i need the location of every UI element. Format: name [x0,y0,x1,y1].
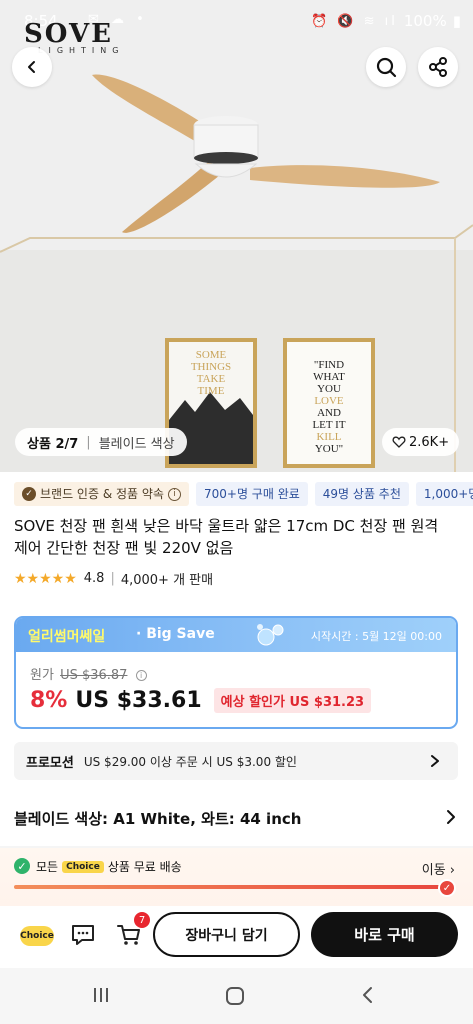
brand-name: SOVE [24,19,113,49]
chevron-right-icon [431,755,439,767]
system-navigation-bar [0,968,473,1024]
poster-left-line-1: SOME [196,349,227,361]
sale-name: 얼리썸머쎄일 [28,629,106,645]
poster-left-line-3: TAKE [197,373,226,385]
rating-row[interactable]: ★★★★★ 4.8 | 4,000+ 개 판매 [14,569,214,589]
original-price-value: US $36.87 [60,668,128,683]
sold-count-tag: 700+명 구매 완료 [195,482,308,506]
battery-level: 100% [403,12,447,30]
sale-header: 얼리썸머쎄일 · Big Save 시작시간 : 5월 12일 00:00 [16,618,456,652]
go-link[interactable]: 이동 › [422,859,455,878]
share-icon [429,57,447,77]
discount-percent: 8% [30,688,68,713]
original-price: 원가 US $36.87 i [30,664,147,683]
check-icon: ✓ [14,858,30,874]
more-tag: 1,000+명 [415,482,473,506]
choice-badge: Choice [62,860,104,873]
add-to-cart-button[interactable]: 장바구니 담기 [153,912,300,957]
poster-right-line-1: "FIND [314,359,344,371]
home-icon[interactable] [225,986,245,1006]
share-button[interactable] [418,47,458,87]
check-icon: ✓ [438,879,456,897]
gallery-variant-label: 블레이드 색상 [98,436,175,452]
divider: | [86,434,91,450]
brand-certified-tag[interactable]: ✓ 브랜드 인증 & 정품 약속 i [14,482,189,506]
poster-right-line-6: LET IT [312,419,345,431]
back-button[interactable] [12,47,52,87]
chevron-right-icon: › [449,863,455,878]
promotion-text: US $29.00 이상 주문 시 US $3.00 할인 [83,754,297,769]
choice-button[interactable]: Choice [20,926,54,946]
go-link-label: 이동 [421,863,446,878]
product-title: SOVE 천장 팬 흰색 낮은 바닥 울트라 얇은 17cm DC 천장 팬 원… [14,517,439,557]
sale-price: US $33.61 [75,688,202,713]
poster-right-line-3: YOU [317,383,341,395]
poster-left-line-4: TIME [198,385,225,397]
poster-right-line-8: YOU" [315,443,343,455]
chevron-left-icon [28,61,35,73]
estimated-price-badge[interactable]: 예상 할인가 US $31.23 [213,688,372,713]
wishlist-count: 2.6K+ [409,434,450,450]
heart-icon [392,436,406,448]
product-image-gallery[interactable]: SOME THINGS TAKE TIME "FIND WHAT YOU LOV… [0,0,473,472]
free-shipping-progress [14,885,446,889]
wishlist-button[interactable]: 2.6K+ [382,428,460,456]
free-shipping-text: 모든 Choice 상품 무료 배송 [36,858,182,875]
original-price-label: 원가 [30,668,54,683]
recommend-tag: 49명 상품 추천 [314,482,409,506]
sale-price-card: 얼리썸머쎄일 · Big Save 시작시간 : 5월 12일 00:00 원가… [14,616,458,729]
back-icon[interactable] [360,986,376,1004]
star-rating-icon: ★★★★★ [14,570,77,587]
poster-right-line-7: KILL [316,431,341,443]
price-row: 8% US $33.61 예상 할인가 US $31.23 [30,688,372,713]
search-icon [376,57,397,78]
promotion-label: 프로모션 [26,755,74,771]
chevron-right-icon[interactable] [444,808,458,826]
selected-variant[interactable]: 블레이드 색상: A1 White, 와트: 44 inch [14,808,301,829]
battery-icon: ▮ [452,12,461,30]
info-icon: i [167,487,181,501]
chat-icon[interactable] [70,922,96,948]
recent-apps-icon[interactable] [92,986,110,1004]
poster-left-line-2: THINGS [191,361,231,373]
poster-right-line-2: WHAT [313,371,345,383]
search-button[interactable] [366,47,406,87]
cart-count-badge: 7 [134,912,150,928]
promotion-row[interactable]: 프로모션 US $29.00 이상 주문 시 US $3.00 할인 [14,742,458,780]
product-tags: ✓ 브랜드 인증 & 정품 약속 i 700+명 구매 완료 49명 상품 추천… [14,482,473,506]
sale-subtitle: · Big Save [136,626,215,642]
divider: | [110,571,115,586]
gallery-page-count: 상품 2/7 [27,436,79,452]
free-shipping-banner[interactable]: ✓ 모든 Choice 상품 무료 배송 이동 › ✓ [0,848,473,906]
gallery-page-indicator[interactable]: 상품 2/7 | 블레이드 색상 [15,428,187,456]
free-shipping-prefix: 모든 [36,860,59,874]
buy-now-button[interactable]: 바로 구매 [311,912,458,957]
info-icon[interactable]: i [135,670,147,681]
system-status-icons: ⏰ 🔇 ≋ ıl [310,13,398,29]
bubbles-icon [257,624,284,646]
bottom-action-bar: Choice 7 장바구니 담기 바로 구매 [0,906,473,966]
poster-right-line-4: LOVE [314,395,344,407]
free-shipping-suffix: 상품 무료 배송 [107,860,182,874]
sale-start-time: 시작시간 : 5월 12일 00:00 [310,630,442,643]
poster-right-line-5: AND [317,407,341,419]
brand-certified-label: 브랜드 인증 & 정품 약속 [40,487,164,501]
sold-count: 4,000+ 개 판매 [120,573,214,588]
rating-value: 4.8 [83,571,105,586]
check-icon: ✓ [22,487,36,501]
